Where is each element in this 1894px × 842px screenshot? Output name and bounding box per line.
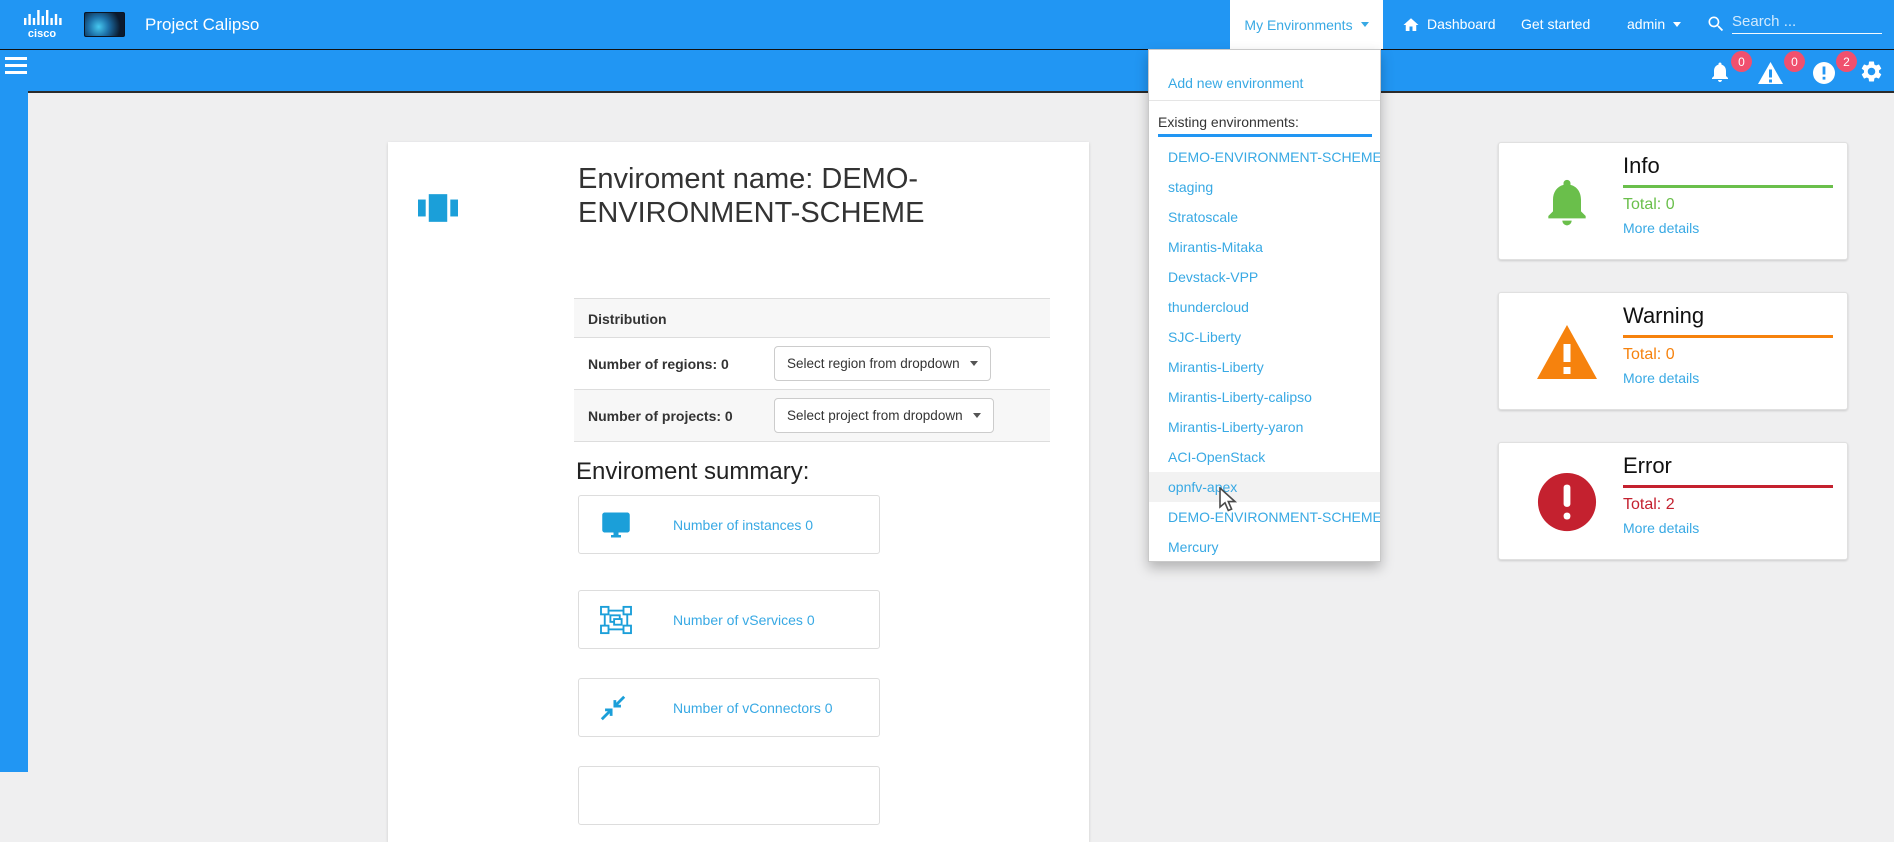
warnings-badge: 0 [1784, 51, 1805, 72]
secondary-toolbar: 0 0 2 [0, 50, 1894, 91]
home-icon [1402, 16, 1420, 34]
notifications-bell-icon[interactable] [1708, 60, 1732, 84]
errors-badge: 2 [1836, 51, 1857, 72]
error-total: Total: 2 [1623, 496, 1675, 514]
vconnectors-icon [599, 694, 627, 722]
warning-underline [1623, 335, 1833, 338]
env-item[interactable]: Mercury [1149, 532, 1380, 562]
dropdown-header-underline [1158, 134, 1372, 137]
search-icon [1706, 14, 1726, 34]
vconnectors-summary-card: Number of vConnectors 0 [578, 678, 880, 737]
env-item-hovered[interactable]: opnfv-apex [1149, 472, 1380, 502]
env-item[interactable]: Mirantis-Liberty-yaron [1149, 412, 1380, 442]
error-more-details-link[interactable]: More details [1623, 520, 1699, 536]
content-top-border [28, 91, 1894, 93]
vservices-summary-card: Number of vServices 0 [578, 590, 880, 649]
nav-get-started[interactable]: Get started [1521, 0, 1590, 49]
svg-text:cisco: cisco [28, 28, 56, 39]
table-row: Number of projects: 0 Select project fro… [574, 390, 1050, 442]
regions-label: Number of regions: 0 [574, 356, 774, 372]
env-item[interactable]: DEMO-ENVIRONMENT-SCHEME [1149, 142, 1380, 172]
chevron-down-icon [1361, 22, 1369, 27]
select-project-dropdown-button[interactable]: Select project from dropdown [774, 398, 994, 433]
env-item[interactable]: ACI-OpenStack [1149, 442, 1380, 472]
info-status-card: Info Total: 0 More details [1498, 142, 1848, 260]
distribution-table: Distribution Number of regions: 0 Select… [574, 298, 1050, 442]
dashboard-label: Dashboard [1427, 0, 1496, 49]
environment-card: Enviroment name: DEMO-ENVIRONMENT-SCHEME… [388, 142, 1089, 842]
info-bell-icon [1539, 169, 1595, 235]
hamburger-menu-icon[interactable] [5, 57, 27, 76]
info-more-details-link[interactable]: More details [1623, 220, 1699, 236]
top-navbar: cisco Project Calipso My Environments Da… [0, 0, 1894, 49]
env-item[interactable]: thundercloud [1149, 292, 1380, 322]
add-new-environment-link[interactable]: Add new environment [1168, 75, 1303, 91]
errors-circle-icon[interactable] [1813, 62, 1835, 84]
navbar-divider [0, 49, 1894, 50]
environment-summary-heading: Enviroment summary: [576, 458, 809, 486]
existing-environments-header: Existing environments: [1158, 114, 1299, 130]
warning-status-card: Warning Total: 0 More details [1498, 292, 1848, 410]
left-sidebar-strip [0, 50, 28, 772]
env-item[interactable]: Mirantis-Liberty [1149, 352, 1380, 382]
my-environments-menu[interactable]: My Environments [1230, 0, 1383, 49]
environment-title: Enviroment name: DEMO-ENVIRONMENT-SCHEME [578, 162, 1008, 230]
info-title: Info [1623, 153, 1660, 179]
info-underline [1623, 185, 1833, 188]
error-underline [1623, 485, 1833, 488]
chevron-down-icon [1673, 22, 1681, 27]
warning-total: Total: 0 [1623, 346, 1675, 364]
summary-card-partial [578, 766, 880, 825]
env-item[interactable]: DEMO-ENVIRONMENT-SCHEME [1149, 502, 1380, 532]
vservices-count-link[interactable]: Number of vServices 0 [673, 612, 815, 628]
environments-dropdown-menu: Add new environment Existing environment… [1148, 49, 1381, 562]
nav-user-menu[interactable]: admin [1627, 0, 1681, 49]
environments-list: DEMO-ENVIRONMENT-SCHEME staging Stratosc… [1149, 142, 1380, 562]
dropdown-separator [1149, 100, 1380, 101]
username-label: admin [1627, 0, 1665, 49]
env-item[interactable]: staging [1149, 172, 1380, 202]
distribution-header: Distribution [574, 298, 1050, 338]
mouse-cursor [1218, 487, 1238, 515]
my-environments-label: My Environments [1244, 17, 1352, 33]
env-item[interactable]: Mirantis-Mitaka [1149, 232, 1380, 262]
error-status-card: Error Total: 2 More details [1498, 442, 1848, 560]
nav-dashboard[interactable]: Dashboard [1402, 0, 1496, 49]
notifications-badge: 0 [1731, 51, 1752, 72]
select-region-label: Select region from dropdown [787, 356, 960, 371]
warning-triangle-icon [1535, 323, 1599, 381]
search-container [1706, 0, 1882, 49]
instances-summary-card: Number of instances 0 [578, 495, 880, 554]
env-item[interactable]: Devstack-VPP [1149, 262, 1380, 292]
warnings-triangle-icon[interactable] [1757, 61, 1784, 85]
environment-panes-icon [418, 190, 458, 226]
settings-gear-icon[interactable] [1859, 59, 1884, 84]
search-input[interactable] [1732, 10, 1882, 34]
chevron-down-icon [973, 413, 981, 418]
brand-thumbnail-image [84, 12, 125, 37]
projects-label: Number of projects: 0 [574, 408, 774, 424]
info-total: Total: 0 [1623, 196, 1675, 214]
instances-count-link[interactable]: Number of instances 0 [673, 517, 813, 533]
env-item[interactable]: Stratoscale [1149, 202, 1380, 232]
select-project-label: Select project from dropdown [787, 408, 963, 423]
table-row: Number of regions: 0 Select region from … [574, 338, 1050, 390]
vservices-icon [599, 605, 633, 635]
chevron-down-icon [970, 361, 978, 366]
monitor-icon [599, 510, 633, 540]
cisco-logo-icon: cisco [22, 8, 66, 39]
vconnectors-count-link[interactable]: Number of vConnectors 0 [673, 700, 833, 716]
warning-more-details-link[interactable]: More details [1623, 370, 1699, 386]
select-region-dropdown-button[interactable]: Select region from dropdown [774, 346, 991, 381]
error-circle-icon [1536, 471, 1598, 533]
error-title: Error [1623, 453, 1672, 479]
env-item[interactable]: Mirantis-Liberty-calipso [1149, 382, 1380, 412]
brand-title: Project Calipso [145, 0, 259, 49]
env-item[interactable]: SJC-Liberty [1149, 322, 1380, 352]
warning-title: Warning [1623, 303, 1704, 329]
